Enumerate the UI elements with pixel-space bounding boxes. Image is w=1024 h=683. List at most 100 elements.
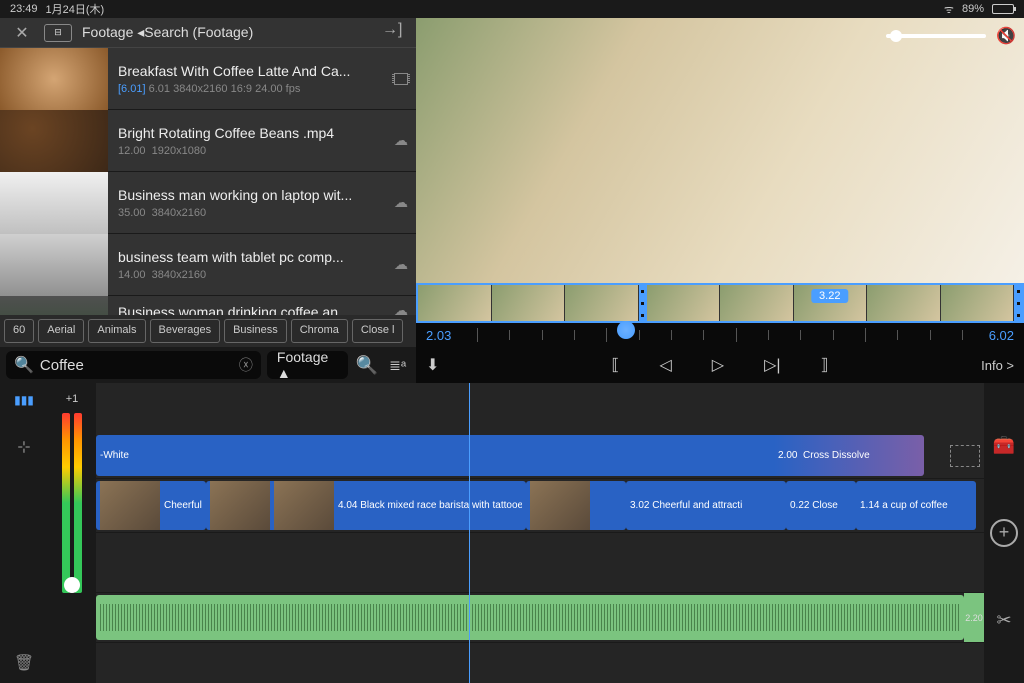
category-button[interactable]: Business bbox=[224, 319, 287, 343]
clip-time: 0.22 bbox=[790, 500, 809, 511]
eq-icon[interactable]: ▮▮▮ bbox=[14, 393, 34, 407]
transition-clip[interactable]: 2.00 Cross Dissolve bbox=[774, 435, 924, 476]
battery-percent: 89% bbox=[962, 3, 984, 15]
video-clip[interactable] bbox=[526, 481, 626, 530]
footage-title: Breakfast With Coffee Latte And Ca... bbox=[118, 63, 376, 79]
video-clip[interactable]: 0.22 Close bbox=[786, 481, 856, 530]
title-track[interactable]: -White 2.00 Cross Dissolve bbox=[96, 433, 984, 479]
trim-handle-right[interactable] bbox=[1014, 285, 1022, 321]
clip-thumbnail bbox=[100, 481, 160, 530]
audio-end-badge: 2.20 bbox=[964, 593, 984, 642]
scissors-icon[interactable]: ✂ bbox=[996, 610, 1011, 631]
mark-in-button[interactable]: ⟦ bbox=[612, 355, 620, 375]
view-toggle[interactable]: ⊟ bbox=[44, 24, 72, 42]
video-clip[interactable]: 1.14 a cup of coffee bbox=[856, 481, 976, 530]
play-button[interactable]: ▷ bbox=[712, 355, 724, 375]
search-button[interactable]: 🔍 bbox=[354, 351, 379, 379]
filmstrip-frame[interactable] bbox=[565, 285, 639, 321]
search-icon: 🔍 bbox=[14, 355, 34, 375]
clip-thumbnail bbox=[210, 481, 270, 530]
insert-button[interactable]: ⬇ bbox=[426, 355, 439, 375]
video-clip[interactable]: 3.02 Cheerful and attracti bbox=[626, 481, 786, 530]
audio-meter[interactable]: +1 bbox=[48, 383, 96, 683]
sort-button[interactable]: ≣ᵃ bbox=[385, 351, 410, 379]
title-clip[interactable]: -White bbox=[96, 435, 854, 476]
mute-icon[interactable]: 🔇 bbox=[996, 26, 1016, 46]
preview-image[interactable]: 🔇 bbox=[416, 18, 1024, 283]
next-button[interactable]: ▷| bbox=[764, 355, 780, 375]
clip-thumbnail bbox=[530, 481, 590, 530]
preview-panel: 🔇 3.22 2.03 6. bbox=[416, 18, 1024, 383]
footage-title: Bright Rotating Coffee Beans .mp4 bbox=[118, 125, 376, 141]
footage-item[interactable]: business team with tablet pc comp... 14.… bbox=[0, 234, 416, 296]
audio-clip[interactable] bbox=[96, 595, 964, 640]
exit-icon[interactable]: →] bbox=[382, 21, 406, 45]
close-button[interactable]: ✕ bbox=[10, 21, 34, 45]
footage-title: Business woman drinking coffee an... bbox=[118, 304, 376, 315]
video-track[interactable]: Cheerful Afro-Am 4.04 Black mixed race b… bbox=[96, 479, 984, 533]
filter-dropdown[interactable]: Footage ▲ bbox=[267, 351, 348, 379]
category-button[interactable]: Close l bbox=[352, 319, 404, 343]
wifi-icon: ᯤ bbox=[944, 2, 954, 17]
transport-bar: ⬇ ⟦ ◁ ▷ ▷| ⟧ Info > bbox=[416, 347, 1024, 383]
audio-track[interactable]: 2.20 bbox=[96, 593, 984, 643]
clip-label: Cheerful and attracti bbox=[652, 500, 782, 511]
timeline-tools-left: ▮▮▮ ⊹ 🗑 bbox=[0, 383, 48, 683]
category-button[interactable]: 60 bbox=[4, 319, 34, 343]
volume-knob[interactable] bbox=[64, 577, 80, 593]
trash-icon[interactable]: 🗑 bbox=[14, 653, 34, 673]
category-button[interactable]: Animals bbox=[88, 319, 145, 343]
timeline-area: ▮▮▮ ⊹ 🗑 +1 -White 2.00 Cross Dissolve bbox=[0, 383, 1024, 683]
footage-list[interactable]: Breakfast With Coffee Latte And Ca... [6… bbox=[0, 48, 416, 315]
video-clip[interactable]: Cheerful Afro-Am bbox=[96, 481, 206, 530]
prev-button[interactable]: ◁ bbox=[659, 355, 671, 375]
footage-title: Business man working on laptop wit... bbox=[118, 187, 376, 203]
filmstrip-frame[interactable] bbox=[492, 285, 566, 321]
filmstrip-frame[interactable]: 3.22 bbox=[794, 285, 868, 321]
spacer-track[interactable] bbox=[96, 533, 984, 593]
category-button[interactable]: Aerial bbox=[38, 319, 84, 343]
category-button[interactable]: Chroma bbox=[291, 319, 348, 343]
footage-thumbnail bbox=[0, 48, 108, 110]
playhead-knob[interactable] bbox=[617, 321, 635, 339]
mark-out-button[interactable]: ⟧ bbox=[821, 355, 829, 375]
clip-time: 3.02 bbox=[630, 500, 649, 511]
track-tool[interactable]: ⊹ bbox=[17, 437, 30, 457]
timeline-tracks[interactable]: -White 2.00 Cross Dissolve Cheerful Afro… bbox=[96, 383, 984, 683]
footage-item[interactable]: Bright Rotating Coffee Beans .mp4 12.00 … bbox=[0, 110, 416, 172]
info-button[interactable]: Info > bbox=[981, 358, 1014, 373]
playhead-line[interactable] bbox=[469, 383, 470, 683]
filmstrip-frame[interactable] bbox=[941, 285, 1015, 321]
footage-thumbnail bbox=[0, 172, 108, 234]
search-field[interactable]: 🔍 ⓧ bbox=[6, 351, 261, 379]
filmstrip[interactable]: 3.22 bbox=[416, 283, 1024, 323]
filmstrip-frame[interactable] bbox=[867, 285, 941, 321]
end-marker[interactable] bbox=[950, 445, 980, 467]
status-time: 23:49 bbox=[10, 3, 38, 15]
brightness-slider[interactable] bbox=[886, 34, 986, 38]
trim-handle-left[interactable] bbox=[639, 285, 647, 321]
add-button[interactable]: + bbox=[990, 519, 1018, 547]
footage-meta: 12.00 1920x1080 bbox=[118, 145, 376, 157]
time-ruler[interactable]: 2.03 6.02 bbox=[416, 323, 1024, 347]
video-clip[interactable]: 4.04 Black mixed race barista with tatto… bbox=[206, 481, 526, 530]
filmstrip-frame[interactable] bbox=[720, 285, 794, 321]
battery-icon bbox=[992, 4, 1014, 14]
time-start: 2.03 bbox=[426, 328, 451, 343]
clear-search-button[interactable]: ⓧ bbox=[239, 355, 253, 375]
footage-item[interactable]: Breakfast With Coffee Latte And Ca... [6… bbox=[0, 48, 416, 110]
breadcrumb[interactable]: Footage ◂Search (Footage) bbox=[82, 24, 372, 41]
timeline-tools-right: 🧰 + ✂ bbox=[984, 383, 1024, 683]
clip-label: Cheerful Afro-Am bbox=[164, 500, 202, 511]
toolbox-icon[interactable]: 🧰 bbox=[993, 435, 1015, 456]
film-icon bbox=[386, 48, 416, 109]
filmstrip-frame[interactable] bbox=[647, 285, 721, 321]
clip-thumbnail bbox=[274, 481, 334, 530]
filmstrip-frame[interactable] bbox=[418, 285, 492, 321]
category-row[interactable]: 60 Aerial Animals Beverages Business Chr… bbox=[0, 315, 416, 347]
category-button[interactable]: Beverages bbox=[150, 319, 221, 343]
footage-item[interactable]: Business woman drinking coffee an... bbox=[0, 296, 416, 315]
footage-item[interactable]: Business man working on laptop wit... 35… bbox=[0, 172, 416, 234]
search-input[interactable] bbox=[40, 357, 239, 374]
transition-name: Cross Dissolve bbox=[803, 450, 870, 461]
